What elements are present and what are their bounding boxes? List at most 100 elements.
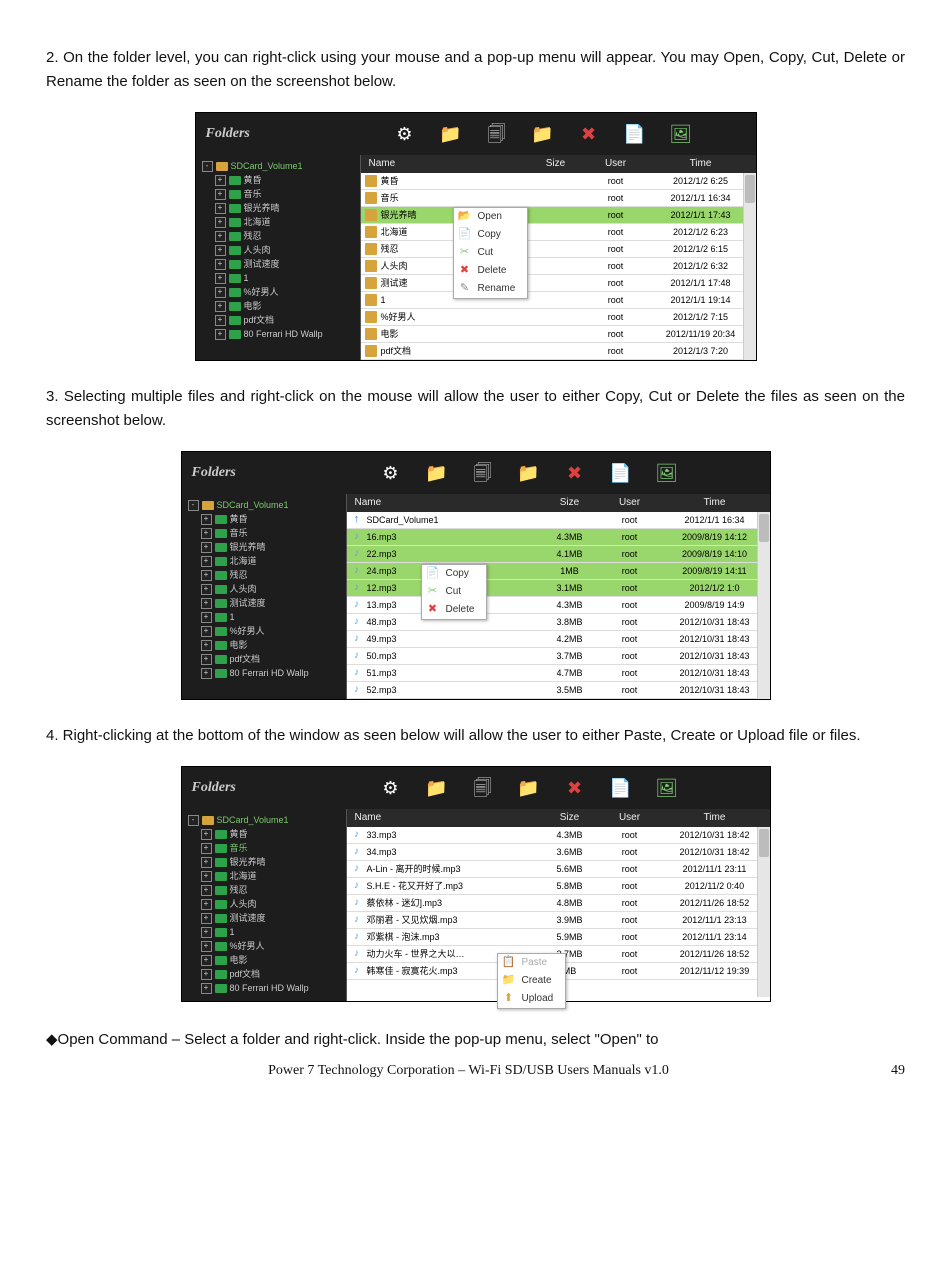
context-menu-item-copy[interactable]: 📄Copy (454, 226, 528, 244)
gear-icon[interactable]: ⚙ (380, 777, 402, 799)
tree-item[interactable]: +音乐 (202, 187, 360, 201)
tree-item[interactable]: +1 (188, 925, 346, 939)
context-menu-item-open[interactable]: 📂Open (454, 208, 528, 226)
doc-icon[interactable]: 📄 (610, 462, 632, 484)
copy-icon[interactable]: 🗐 (486, 123, 508, 145)
tree-item[interactable]: +%好男人 (188, 624, 346, 638)
context-menu-item-rename[interactable]: ✎Rename (454, 280, 528, 298)
tree-item[interactable]: +音乐 (188, 526, 346, 540)
table-row[interactable]: ♪48.mp33.8MBroot2012/10/31 18:43 (347, 614, 770, 631)
folder-tree[interactable]: -SDCard_Volume1+黄昏+音乐+银光养晴+北海道+残忍+人头肉+测试… (196, 155, 360, 360)
gear-icon[interactable]: ⚙ (380, 462, 402, 484)
tree-item[interactable]: +黄昏 (188, 512, 346, 526)
tree-item[interactable]: +1 (188, 610, 346, 624)
col-user[interactable]: User (586, 156, 646, 172)
doc-icon[interactable]: 📄 (624, 123, 646, 145)
tree-item[interactable]: +电影 (188, 638, 346, 652)
tree-item[interactable]: +pdf文档 (188, 967, 346, 981)
tree-item[interactable]: +银光养晴 (188, 855, 346, 869)
tree-item[interactable]: +测试速度 (188, 596, 346, 610)
tree-item[interactable]: +人头肉 (202, 243, 360, 257)
table-row[interactable]: ♪13.mp34.3MBroot2009/8/19 14:9 (347, 597, 770, 614)
col-time[interactable]: Time (660, 810, 770, 826)
tree-item[interactable]: +80 Ferrari HD Wallp (188, 666, 346, 680)
tree-item[interactable]: +北海道 (188, 554, 346, 568)
gear-icon[interactable]: ⚙ (394, 123, 416, 145)
table-row[interactable]: 银光养晴root2012/1/1 17:43 (361, 207, 756, 224)
tree-item[interactable]: +80 Ferrari HD Wallp (202, 327, 360, 341)
table-row[interactable]: ↑SDCard_Volume1root2012/1/1 16:34 (347, 512, 770, 529)
table-row[interactable]: ♪邓丽君 - 又见炊烟.mp33.9MBroot2012/11/1 23:13 (347, 912, 770, 929)
delete-icon[interactable]: ✖ (578, 123, 600, 145)
col-name[interactable]: Name (361, 156, 526, 172)
col-name[interactable]: Name (347, 495, 540, 511)
table-row[interactable]: 电影root2012/11/19 20:34 (361, 326, 756, 343)
context-menu-item-copy[interactable]: 📄Copy (422, 565, 487, 583)
tree-item[interactable]: -SDCard_Volume1 (202, 159, 360, 173)
table-row[interactable]: ♪51.mp34.7MBroot2012/10/31 18:43 (347, 665, 770, 682)
table-row[interactable]: pdf文档root2012/1/3 7:20 (361, 343, 756, 360)
table-row[interactable]: ♪蔡依林 - 迷幻].mp34.8MBroot2012/11/26 18:52 (347, 895, 770, 912)
context-menu-item-upload[interactable]: ⬆Upload (498, 990, 566, 1008)
tree-item[interactable]: +人头肉 (188, 582, 346, 596)
tree-item[interactable]: +测试速度 (202, 257, 360, 271)
table-row[interactable]: ♪34.mp33.6MBroot2012/10/31 18:42 (347, 844, 770, 861)
folder-tree[interactable]: -SDCard_Volume1+黄昏+音乐+银光养晴+北海道+残忍+人头肉+测试… (182, 809, 346, 1001)
table-row[interactable]: ♪49.mp34.2MBroot2012/10/31 18:43 (347, 631, 770, 648)
copy-icon[interactable]: 🗐 (472, 777, 494, 799)
tree-item[interactable]: +黄昏 (188, 827, 346, 841)
folder-icon[interactable]: 📁 (532, 123, 554, 145)
col-size[interactable]: Size (540, 495, 600, 511)
col-name[interactable]: Name (347, 810, 540, 826)
context-menu-item-create[interactable]: 📁Create (498, 972, 566, 990)
tree-item[interactable]: +电影 (188, 953, 346, 967)
table-row[interactable]: ♪22.mp34.1MBroot2009/8/19 14:10 (347, 546, 770, 563)
picture-icon[interactable]: 🖼 (656, 462, 678, 484)
col-size[interactable]: Size (526, 156, 586, 172)
tree-item[interactable]: +pdf文档 (202, 313, 360, 327)
table-row[interactable]: 残忍root2012/1/2 6:15 (361, 241, 756, 258)
table-row[interactable]: ♪12.mp33.1MBroot2012/1/2 1:0 (347, 580, 770, 597)
tree-item[interactable]: +黄昏 (202, 173, 360, 187)
table-row[interactable]: 测试速root2012/1/1 17:48 (361, 275, 756, 292)
tree-item[interactable]: +80 Ferrari HD Wallp (188, 981, 346, 995)
table-row[interactable]: ♪邓紫棋 - 泡沫.mp35.9MBroot2012/11/1 23:14 (347, 929, 770, 946)
table-row[interactable]: 音乐root2012/1/1 16:34 (361, 190, 756, 207)
tree-item[interactable]: +北海道 (188, 869, 346, 883)
table-row[interactable]: 1root2012/1/1 19:14 (361, 292, 756, 309)
delete-icon[interactable]: ✖ (564, 462, 586, 484)
col-time[interactable]: Time (646, 156, 756, 172)
table-row[interactable]: ♪33.mp34.3MBroot2012/10/31 18:42 (347, 827, 770, 844)
table-row[interactable]: ♪S.H.E - 花又开好了.mp35.8MBroot2012/11/2 0:4… (347, 878, 770, 895)
folder-icon[interactable]: 📁 (518, 462, 540, 484)
picture-icon[interactable]: 🖼 (670, 123, 692, 145)
tree-item[interactable]: +pdf文档 (188, 652, 346, 666)
context-menu-item-paste[interactable]: 📋Paste (498, 954, 566, 972)
table-row[interactable]: 黄昏root2012/1/2 6:25 (361, 173, 756, 190)
tree-item[interactable]: +电影 (202, 299, 360, 313)
copy-icon[interactable]: 🗐 (472, 462, 494, 484)
table-row[interactable]: ♪24.mp31MBroot2009/8/19 14:11 (347, 563, 770, 580)
folder-icon[interactable]: 📁 (518, 777, 540, 799)
tree-item[interactable]: +银光养晴 (188, 540, 346, 554)
scrollbar[interactable] (757, 512, 770, 699)
new-folder-icon[interactable]: 📁 (440, 123, 462, 145)
table-row[interactable]: %好男人root2012/1/2 7:15 (361, 309, 756, 326)
scrollbar[interactable] (757, 827, 770, 997)
context-menu-item-cut[interactable]: ✂Cut (422, 583, 487, 601)
new-folder-icon[interactable]: 📁 (426, 777, 448, 799)
context-menu-item-cut[interactable]: ✂Cut (454, 244, 528, 262)
picture-icon[interactable]: 🖼 (656, 777, 678, 799)
tree-item[interactable]: +残忍 (188, 568, 346, 582)
tree-item[interactable]: +%好男人 (188, 939, 346, 953)
tree-item[interactable]: +测试速度 (188, 911, 346, 925)
tree-item[interactable]: +北海道 (202, 215, 360, 229)
table-row[interactable]: 北海道root2012/1/2 6:23 (361, 224, 756, 241)
col-time[interactable]: Time (660, 495, 770, 511)
context-menu-item-delete[interactable]: ✖Delete (422, 601, 487, 619)
context-menu-item-delete[interactable]: ✖Delete (454, 262, 528, 280)
table-row[interactable]: ♪16.mp34.3MBroot2009/8/19 14:12 (347, 529, 770, 546)
table-row[interactable]: ♪52.mp33.5MBroot2012/10/31 18:43 (347, 682, 770, 699)
delete-icon[interactable]: ✖ (564, 777, 586, 799)
col-user[interactable]: User (600, 495, 660, 511)
